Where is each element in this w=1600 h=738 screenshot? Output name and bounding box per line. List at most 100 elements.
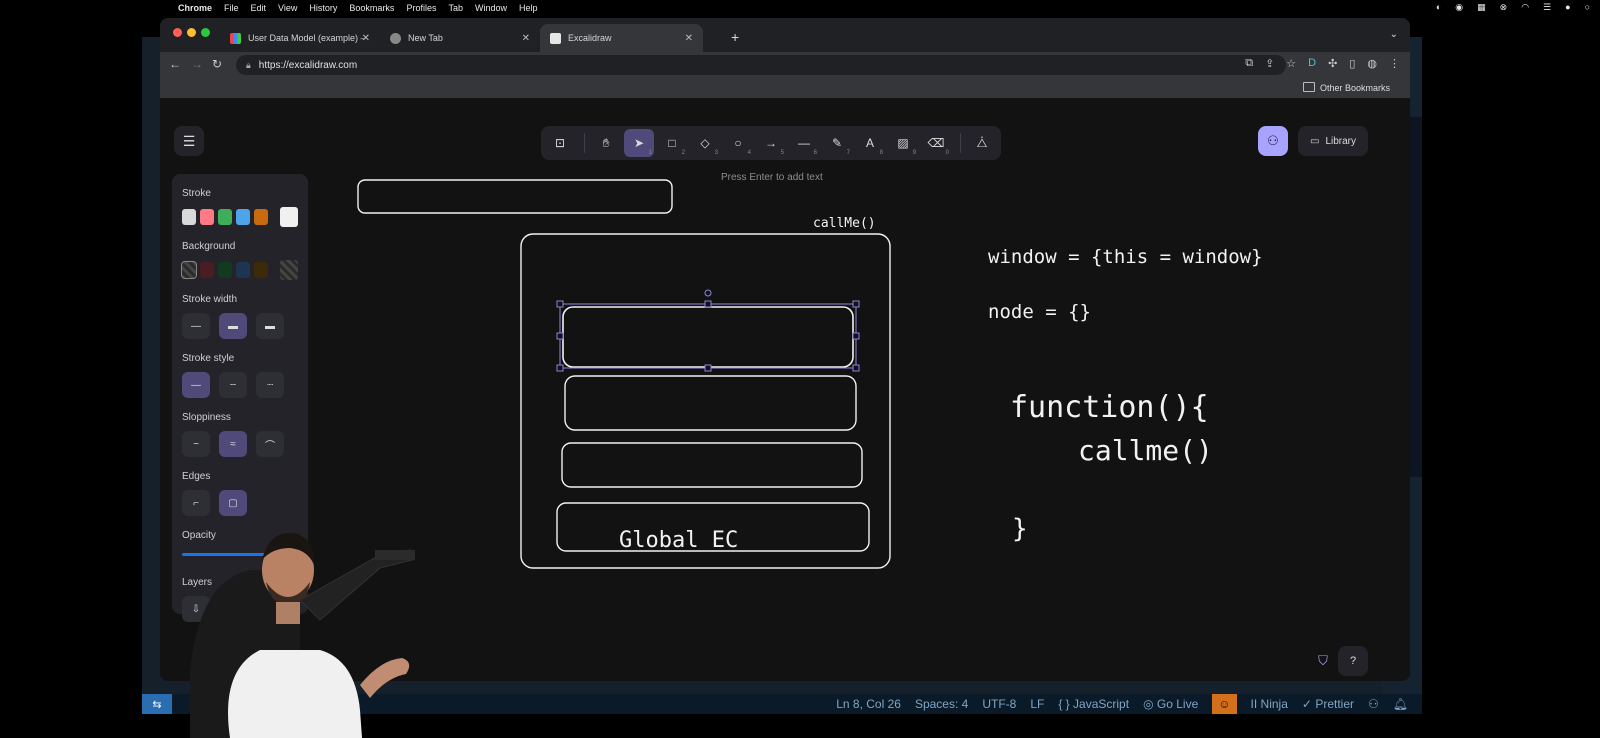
indent-spaces[interactable]: Spaces: 4 <box>915 697 968 711</box>
bell-icon[interactable]: 🔔︎ <box>1393 697 1408 711</box>
menu-tab[interactable]: Tab <box>448 3 463 13</box>
tab-user-data-model[interactable]: User Data Model (example) – ✕ <box>220 24 380 52</box>
selection-tool-button[interactable]: ➤ 1 <box>624 129 654 157</box>
shield-icon[interactable]: ⛉ <box>1312 650 1334 672</box>
bg-swatch-red[interactable] <box>200 262 215 278</box>
library-button[interactable]: ▭ Library <box>1298 126 1368 156</box>
hand-tool-button[interactable]: ✋︎ <box>591 129 621 157</box>
eraser-tool-button[interactable]: ⌫ 0 <box>921 129 951 157</box>
function-text[interactable]: function(){ <box>1010 390 1209 425</box>
line-ending[interactable]: LF <box>1030 697 1044 711</box>
tab-search-chevron-icon[interactable]: ⌄ <box>1390 29 1398 40</box>
text-tool-button[interactable]: A8 <box>855 129 885 157</box>
stack-frame-3[interactable] <box>561 442 863 488</box>
grid-icon[interactable]: ▦ <box>1477 2 1486 13</box>
sloppiness-artist-option[interactable]: ≈ <box>219 431 247 457</box>
ninja-button[interactable]: II Ninja <box>1251 697 1288 711</box>
extra-tools-button[interactable]: ⧊ <box>967 129 997 157</box>
language-mode[interactable]: { } JavaScript <box>1058 697 1129 711</box>
copilot-icon[interactable]: ☺ <box>1212 694 1237 714</box>
stroke-solid-option[interactable]: — <box>182 372 210 398</box>
reload-icon[interactable]: ↻ <box>212 57 222 71</box>
menu-file[interactable]: File <box>224 3 239 13</box>
minimize-window-button[interactable] <box>187 28 196 37</box>
stack-frame-1[interactable] <box>562 306 854 368</box>
menu-profiles[interactable]: Profiles <box>406 3 436 13</box>
selection-handles[interactable] <box>556 289 860 372</box>
wifi-icon[interactable]: ◠ <box>1521 2 1529 13</box>
global-ec-text[interactable]: Global EC <box>619 528 738 553</box>
bg-swatch-blue[interactable] <box>236 262 251 278</box>
stroke-swatch-blue[interactable] <box>236 209 251 225</box>
cast-icon[interactable]: ◉ <box>1455 2 1463 13</box>
line-tool-button[interactable]: —6 <box>789 129 819 157</box>
top-rectangle[interactable] <box>357 179 673 214</box>
bg-swatch-green[interactable] <box>218 262 233 278</box>
new-tab-plus-icon[interactable]: + <box>731 29 739 45</box>
close-tab-icon[interactable]: ✕ <box>362 33 370 44</box>
account-icon[interactable]: ⚇ <box>1368 697 1379 711</box>
bg-current-color[interactable] <box>280 260 298 280</box>
ellipse-tool-button[interactable]: ○ 4 <box>723 129 753 157</box>
menu-view[interactable]: View <box>278 3 297 13</box>
node-object-text[interactable]: node = {} <box>988 301 1091 323</box>
siri-icon[interactable]: ● <box>1565 2 1570 13</box>
control-center-icon[interactable]: ☰ <box>1543 2 1551 13</box>
url-text[interactable]: https://excalidraw.com <box>259 60 357 71</box>
sloppiness-cartoonist-option[interactable]: ⌒ <box>256 431 284 457</box>
menu-history[interactable]: History <box>309 3 337 13</box>
cloud-icon[interactable]: ◐ <box>1436 2 1441 13</box>
stroke-extra-bold-option[interactable]: ▬ <box>256 313 284 339</box>
tab-excalidraw[interactable]: Excalidraw ✕ <box>540 24 703 52</box>
zoom-window-button[interactable] <box>201 28 210 37</box>
rectangle-tool-button[interactable]: □ 2 <box>657 129 687 157</box>
address-bar[interactable]: 🔒︎ https://excalidraw.com <box>236 55 1286 75</box>
bg-swatch-transparent[interactable] <box>180 261 198 279</box>
callme-small-text[interactable]: callMe() <box>813 216 876 231</box>
help-button[interactable]: ? <box>1338 646 1368 676</box>
share-icon[interactable]: ⇪ <box>1265 57 1274 70</box>
callme-text[interactable]: callme() <box>1078 434 1213 467</box>
side-panel-icon[interactable]: ▯ <box>1349 57 1355 70</box>
call-stack-container[interactable] <box>520 233 891 569</box>
menu-edit[interactable]: Edit <box>251 3 267 13</box>
star-icon[interactable]: ☆ <box>1286 57 1296 70</box>
stroke-thin-option[interactable]: — <box>182 313 210 339</box>
closing-brace-text[interactable]: } <box>1012 514 1028 544</box>
collaborate-button[interactable]: ⚇ <box>1258 126 1288 156</box>
extension-d-icon[interactable]: D <box>1308 57 1316 70</box>
prettier-button[interactable]: ✓ Prettier <box>1302 697 1354 711</box>
bg-swatch-yellow[interactable] <box>254 262 269 278</box>
stroke-swatch-orange[interactable] <box>254 209 269 225</box>
close-tab-icon[interactable]: ✕ <box>685 33 693 44</box>
lock-icon[interactable]: 🔒︎ <box>246 60 251 71</box>
tab-new-tab[interactable]: New Tab ✕ <box>380 24 540 52</box>
chrome-menu-icon[interactable]: ⋮ <box>1389 57 1400 70</box>
spotlight-icon[interactable]: ○ <box>1585 2 1590 13</box>
extensions-puzzle-icon[interactable]: ✣ <box>1328 57 1337 70</box>
cursor-position[interactable]: Ln 8, Col 26 <box>836 697 901 711</box>
stroke-dotted-option[interactable]: ┈ <box>256 372 284 398</box>
encoding[interactable]: UTF-8 <box>982 697 1016 711</box>
arrow-tool-button[interactable]: → 5 <box>756 129 786 157</box>
stroke-current-color[interactable] <box>280 207 298 227</box>
image-tool-button[interactable]: ▨ 9 <box>888 129 918 157</box>
pencil-tool-button[interactable]: ✎ 7 <box>822 129 852 157</box>
close-window-button[interactable] <box>173 28 182 37</box>
menu-help[interactable]: Help <box>519 3 538 13</box>
menu-bookmarks[interactable]: Bookmarks <box>349 3 394 13</box>
back-arrow-icon[interactable]: ← <box>169 57 181 71</box>
stroke-bold-option[interactable]: ▬ <box>219 313 247 339</box>
close-tab-icon[interactable]: ✕ <box>522 33 530 44</box>
menu-window[interactable]: Window <box>475 3 507 13</box>
other-bookmarks-folder[interactable]: Other Bookmarks <box>1303 82 1390 93</box>
stack-frame-2[interactable] <box>564 375 857 431</box>
stroke-swatch-gray[interactable] <box>182 209 197 225</box>
window-object-text[interactable]: window = {this = window} <box>988 246 1263 268</box>
install-app-icon[interactable]: ⧉ <box>1245 57 1253 70</box>
forward-arrow-icon[interactable]: → <box>191 57 203 71</box>
stroke-dashed-option[interactable]: ┄ <box>219 372 247 398</box>
remote-icon[interactable]: ⇆ <box>142 694 172 714</box>
profile-avatar[interactable]: ◍ <box>1367 57 1377 70</box>
menu-app-name[interactable]: Chrome <box>178 3 212 13</box>
